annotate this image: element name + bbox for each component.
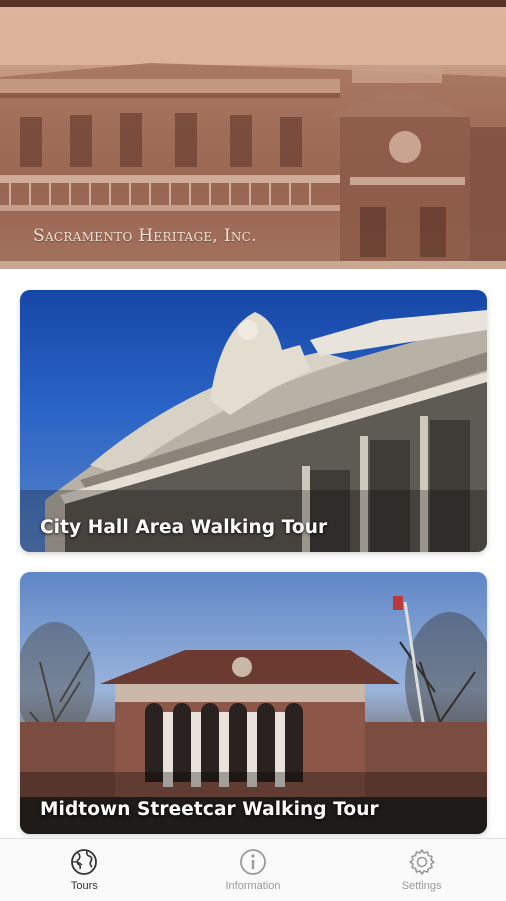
tab-label: Information xyxy=(225,880,281,892)
info-icon xyxy=(240,849,266,875)
bottom-tab-bar: Tours Information Settings xyxy=(0,838,506,901)
city-hall-photo xyxy=(20,310,487,552)
gear-icon xyxy=(408,849,435,875)
globe-icon xyxy=(71,849,98,875)
tab-label: Settings xyxy=(401,880,442,892)
tab-label: Tours xyxy=(70,880,98,892)
tour-title: City Hall Area Walking Tour xyxy=(40,517,328,538)
tab-settings[interactable]: Settings xyxy=(337,839,506,901)
header-banner: Sacramento Heritage, Inc. xyxy=(0,7,506,269)
top-bar xyxy=(0,0,506,7)
tour-card-city-hall[interactable]: City Hall Area Walking Tour xyxy=(20,290,487,552)
header-org-name: Sacramento Heritage, Inc. xyxy=(33,226,257,246)
tab-tours[interactable]: Tours xyxy=(0,839,169,901)
tour-card-midtown-streetcar[interactable]: Midtown Streetcar Walking Tour xyxy=(20,572,487,834)
midtown-photo xyxy=(20,596,487,834)
tab-information[interactable]: Information xyxy=(169,839,338,901)
tour-title: Midtown Streetcar Walking Tour xyxy=(40,799,379,820)
